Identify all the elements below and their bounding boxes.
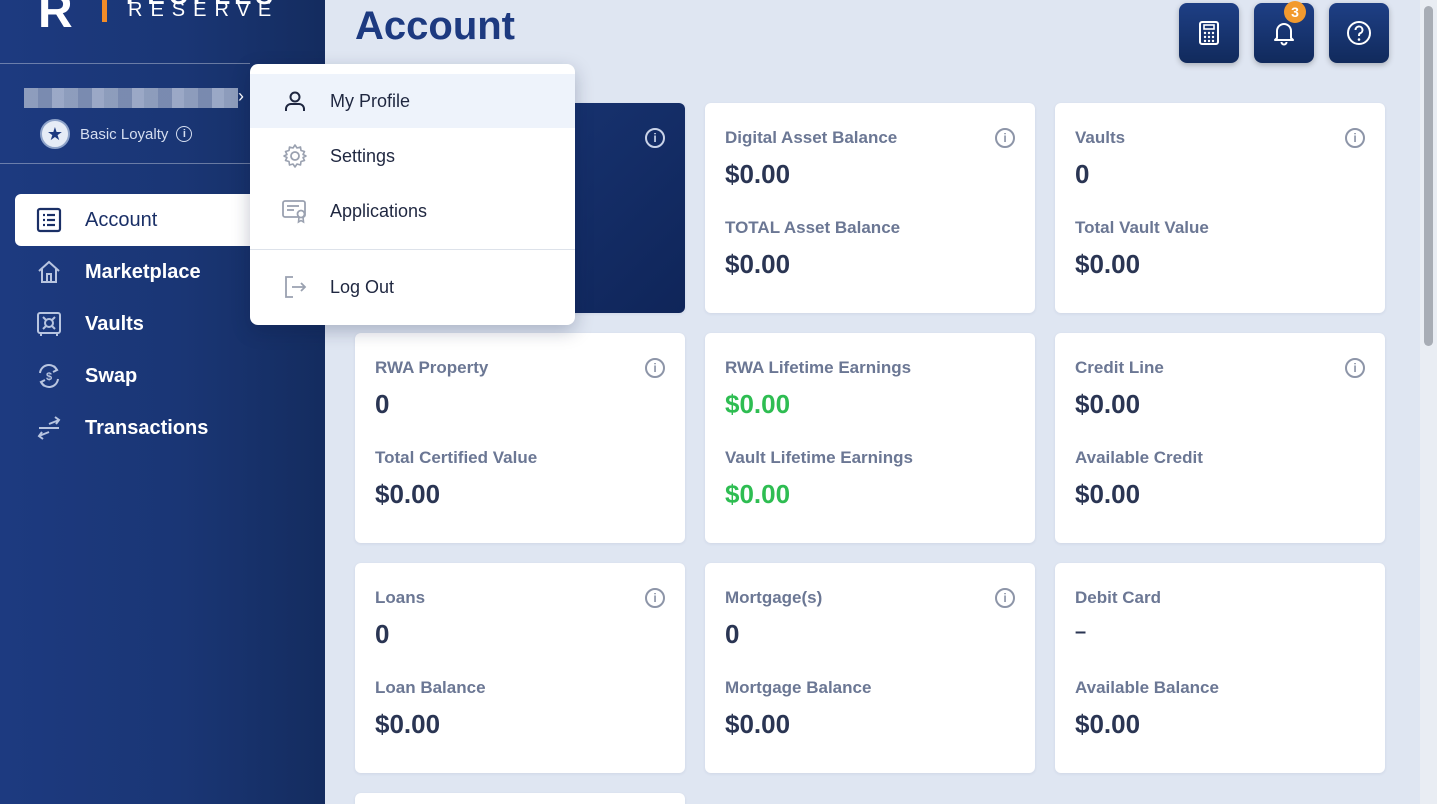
card-label: Credit Line (1075, 358, 1164, 377)
card-value: $0.00 (725, 479, 791, 509)
svg-text:$: $ (46, 371, 52, 383)
certificate-icon (280, 196, 310, 226)
vaults-card[interactable]: Vaults 0 Total Vault Value $0.00 i (1055, 103, 1385, 313)
star-badge-icon: ★ (40, 119, 70, 149)
info-icon[interactable]: i (645, 128, 665, 148)
menu-item-settings[interactable]: Settings (250, 129, 575, 183)
card-value: $0.00 (1075, 479, 1141, 509)
card-value: $0.00 (725, 159, 791, 189)
card-value: $0.00 (725, 389, 791, 419)
card-value: $0.00 (1075, 249, 1141, 279)
scrollbar-thumb[interactable] (1424, 6, 1433, 346)
menu-item-log-out[interactable]: Log Out (250, 260, 575, 314)
logout-icon (280, 272, 310, 302)
card-label: Total Certified Value (375, 448, 538, 467)
menu-item-label: My Profile (330, 90, 411, 111)
info-icon[interactable]: i (995, 588, 1015, 608)
card-label: Vaults (1075, 128, 1126, 147)
vault-icon (35, 310, 63, 338)
rwa-property-card[interactable]: RWA Property 0 Total Certified Value $0.… (355, 333, 685, 543)
loans-card[interactable]: Loans 0 Loan Balance $0.00 i (355, 563, 685, 773)
info-icon[interactable]: i (1345, 128, 1365, 148)
menu-divider (250, 249, 575, 250)
sidebar-item-label: Vaults (85, 312, 144, 335)
sidebar-item-swap[interactable]: $ Swap (15, 350, 325, 402)
menu-item-applications[interactable]: Applications (250, 184, 575, 238)
card-value: 0 (375, 619, 390, 649)
info-icon[interactable]: i (645, 358, 665, 378)
card-value: $0.00 (375, 479, 441, 509)
user-name-redacted[interactable] (24, 88, 238, 108)
calculator-button[interactable] (1179, 3, 1239, 63)
list-icon (35, 206, 63, 234)
card-value: $0.00 (725, 709, 791, 739)
card-value: 0 (375, 389, 390, 419)
digital-asset-card[interactable]: Digital Asset Balance $0.00 TOTAL Asset … (705, 103, 1035, 313)
notifications-button[interactable]: 3 (1254, 1, 1314, 63)
info-icon[interactable]: i (1345, 358, 1365, 378)
calculator-icon (1199, 21, 1219, 45)
card-value: $0.00 (1075, 389, 1141, 419)
sidebar-divider (0, 63, 250, 64)
card-label: RWA Property (375, 358, 489, 377)
chevron-right-icon[interactable]: › (238, 86, 244, 107)
next-card[interactable] (355, 793, 685, 804)
transfer-icon (35, 414, 63, 442)
logo-accent-bar (102, 0, 107, 22)
card-label: Debit Card (1075, 588, 1161, 607)
user-dropdown-menu: My Profile Settings Applications Log Out (250, 64, 575, 325)
sidebar-item-label: Transactions (85, 416, 209, 439)
rwa-earnings-card[interactable]: RWA Lifetime Earnings $0.00 Vault Lifeti… (705, 333, 1035, 543)
card-value: – (1075, 621, 1087, 643)
card-label: RWA Lifetime Earnings (725, 358, 912, 377)
menu-item-label: Applications (330, 200, 428, 221)
notification-count-badge: 3 (1284, 1, 1306, 23)
gear-icon (280, 141, 310, 171)
loyalty-label: Basic Loyalty (80, 125, 169, 143)
card-label: Digital Asset Balance (725, 128, 898, 147)
menu-item-my-profile[interactable]: My Profile (250, 74, 575, 128)
menu-item-label: Log Out (330, 276, 395, 297)
user-icon (280, 86, 310, 116)
loyalty-status: ★ Basic Loyalty i (40, 118, 193, 150)
card-value: $0.00 (725, 249, 791, 279)
card-label: Total Vault Value (1075, 218, 1209, 237)
logo-name-bottom: RESERVE (128, 0, 280, 21)
card-label: Mortgage(s) (725, 588, 823, 607)
card-value: $0.00 (375, 709, 441, 739)
mortgages-card[interactable]: Mortgage(s) 0 Mortgage Balance $0.00 i (705, 563, 1035, 773)
sidebar-item-label: Swap (85, 364, 138, 387)
card-label: Mortgage Balance (725, 678, 872, 697)
card-label: Vault Lifetime Earnings (725, 448, 913, 467)
card-value: $0.00 (1075, 709, 1141, 739)
home-icon (35, 258, 63, 286)
help-icon (1347, 21, 1371, 45)
card-label: Available Balance (1075, 678, 1219, 697)
bell-icon (1274, 23, 1294, 46)
card-label: Loans (375, 588, 426, 607)
info-icon[interactable]: i (645, 588, 665, 608)
logo-mark: R (38, 0, 73, 38)
card-value: 0 (725, 619, 740, 649)
debit-card-card[interactable]: Debit Card – Available Balance $0.00 (1055, 563, 1385, 773)
help-button[interactable] (1329, 3, 1389, 63)
sidebar-item-transactions[interactable]: Transactions (15, 402, 325, 454)
sidebar-item-label: Marketplace (85, 260, 201, 283)
info-icon[interactable]: i (176, 126, 193, 142)
card-label: TOTAL Asset Balance (725, 218, 901, 237)
card-label: Available Credit (1075, 448, 1203, 467)
page-title: Account (355, 4, 515, 48)
swap-icon: $ (35, 362, 63, 390)
menu-item-label: Settings (330, 145, 396, 166)
sidebar-item-label: Account (85, 208, 158, 231)
card-value: 0 (1075, 159, 1090, 189)
card-label: Loan Balance (375, 678, 486, 697)
credit-line-card[interactable]: Credit Line $0.00 Available Credit $0.00… (1055, 333, 1385, 543)
sidebar-divider (0, 163, 250, 164)
info-icon[interactable]: i (995, 128, 1015, 148)
